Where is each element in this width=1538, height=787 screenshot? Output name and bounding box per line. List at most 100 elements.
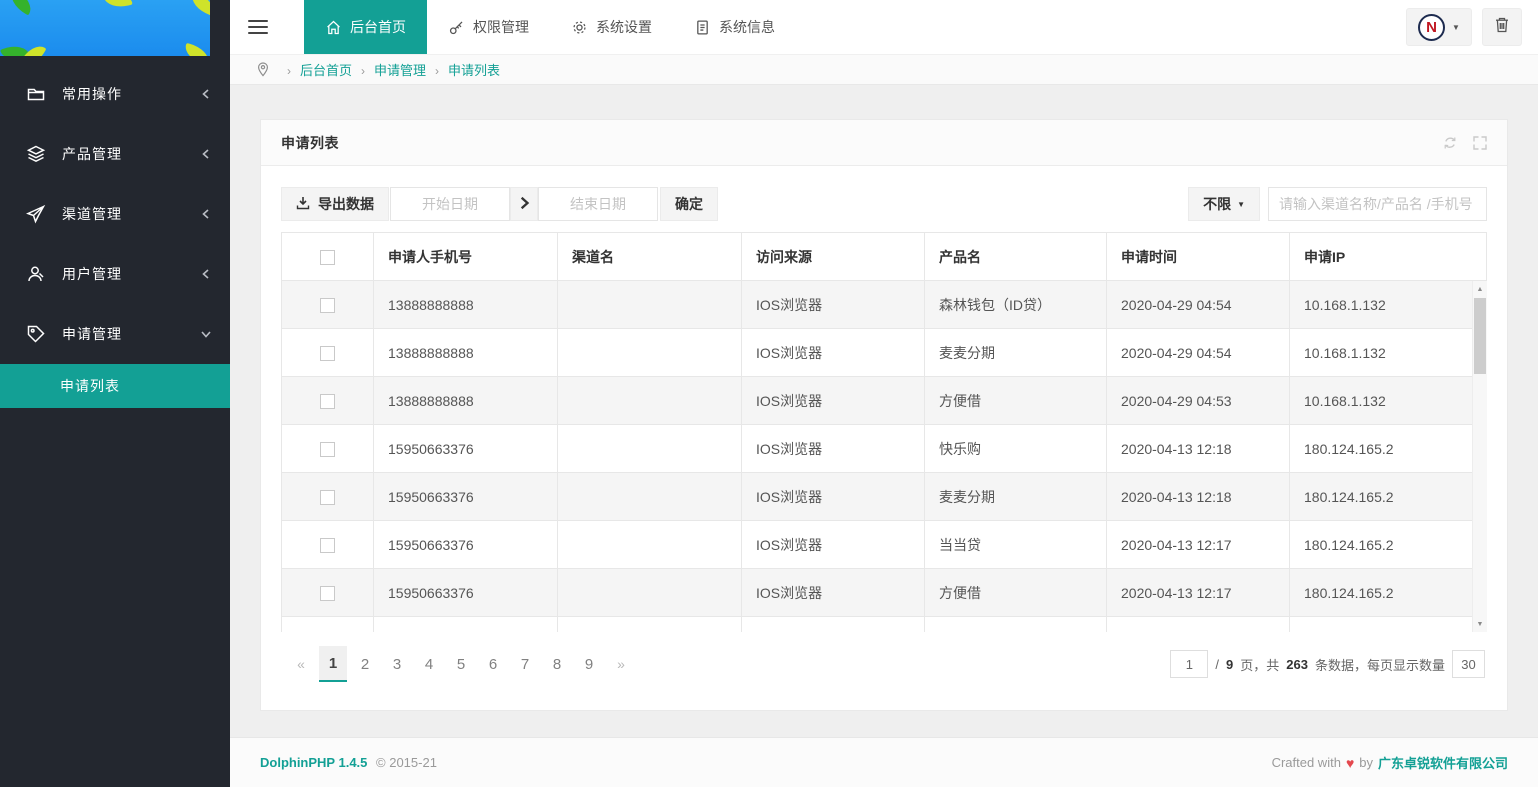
table-cell: 2020-04-29 04:54: [1107, 281, 1290, 329]
crafted-by-text: by: [1359, 755, 1373, 770]
end-date-input[interactable]: [538, 187, 658, 221]
sidebar-item-user-mgmt[interactable]: 用户管理: [0, 244, 230, 304]
prev-page-button[interactable]: «: [287, 646, 315, 682]
table-cell: [374, 617, 558, 633]
export-data-label: 导出数据: [318, 194, 374, 214]
page-size-input[interactable]: [1452, 650, 1485, 678]
column-header: 渠道名: [558, 233, 742, 281]
breadcrumb-link[interactable]: 后台首页: [300, 63, 352, 78]
chevron-right-icon: [517, 196, 531, 213]
page-button-8[interactable]: 8: [543, 646, 571, 682]
page-button-3[interactable]: 3: [383, 646, 411, 682]
table-cell: IOS浏览器: [742, 281, 925, 329]
hamburger-menu-icon[interactable]: [246, 16, 270, 38]
scroll-down-icon[interactable]: ▼: [1473, 616, 1487, 632]
page-button-5[interactable]: 5: [447, 646, 475, 682]
confirm-button[interactable]: 确定: [660, 187, 718, 221]
tag-icon: [26, 324, 46, 344]
user-avatar: N: [1418, 14, 1445, 41]
row-checkbox[interactable]: [320, 298, 335, 313]
table-cell: 麦麦分期: [925, 473, 1107, 521]
table-cell: 180.124.165.2: [1290, 473, 1487, 521]
pagination-row: «123456789» / 9 页，共 263 条数据，每页显示数量: [281, 646, 1487, 682]
refresh-icon[interactable]: [1443, 136, 1457, 150]
tab-system-info[interactable]: 系统信息: [673, 0, 796, 54]
page-button-4[interactable]: 4: [415, 646, 443, 682]
table-cell: 2020-04-13 12:18: [1107, 425, 1290, 473]
page-button-6[interactable]: 6: [479, 646, 507, 682]
pagination-info: / 9 页，共 263 条数据，每页显示数量: [1170, 650, 1485, 678]
panel-title: 申请列表: [281, 133, 339, 153]
table-cell: [925, 617, 1107, 633]
user-menu-button[interactable]: N ▼: [1406, 8, 1472, 46]
table-row: [282, 617, 1487, 633]
chevron-left-icon: [200, 148, 212, 160]
tab-settings[interactable]: 系统设置: [550, 0, 673, 54]
table-cell: IOS浏览器: [742, 425, 925, 473]
leaf-decoration-icon: [188, 0, 210, 16]
select-all-checkbox[interactable]: [320, 250, 335, 265]
table-cell: [558, 329, 742, 377]
table-cell: [742, 617, 925, 633]
scroll-up-icon[interactable]: ▲: [1473, 281, 1487, 297]
search-input[interactable]: [1268, 187, 1487, 221]
footer-brand-area: DolphinPHP 1.4.5 © 2015-21: [260, 755, 437, 770]
clear-cache-button[interactable]: [1482, 8, 1522, 46]
filter-dropdown-button[interactable]: 不限 ▼: [1188, 187, 1260, 221]
sidebar-item-apply-mgmt[interactable]: 申请管理: [0, 304, 230, 364]
company-link[interactable]: 广东卓锐软件有限公司: [1378, 753, 1508, 772]
tab-permissions[interactable]: 权限管理: [427, 0, 550, 54]
breadcrumb-link[interactable]: 申请列表: [448, 63, 500, 78]
table-cell: [558, 281, 742, 329]
breadcrumb-link[interactable]: 申请管理: [374, 63, 426, 78]
table-cell: [558, 425, 742, 473]
row-checkbox[interactable]: [320, 346, 335, 361]
page-button-9[interactable]: 9: [575, 646, 603, 682]
confirm-label: 确定: [675, 194, 703, 214]
page-button-2[interactable]: 2: [351, 646, 379, 682]
current-page-input[interactable]: [1170, 650, 1208, 678]
table-row: 13888888888IOS浏览器麦麦分期2020-04-29 04:5410.…: [282, 329, 1487, 377]
export-data-button[interactable]: 导出数据: [281, 187, 389, 221]
row-checkbox[interactable]: [320, 538, 335, 553]
pagination: «123456789»: [287, 646, 635, 682]
leaf-decoration-icon: [182, 43, 210, 56]
row-checkbox[interactable]: [320, 490, 335, 505]
start-date-input[interactable]: [390, 187, 510, 221]
footer-credit-area: Crafted with ♥ by 广东卓锐软件有限公司: [1272, 753, 1508, 772]
sidebar-item-label: 渠道管理: [62, 204, 200, 224]
table-cell: 快乐购: [925, 425, 1107, 473]
tab-home[interactable]: 后台首页: [304, 0, 427, 54]
row-checkbox[interactable]: [320, 394, 335, 409]
fullscreen-icon[interactable]: [1473, 136, 1487, 150]
chevron-down-icon: [200, 328, 212, 340]
sidebar-item-channel-mgmt[interactable]: 渠道管理: [0, 184, 230, 244]
sidebar-menu: 常用操作产品管理渠道管理用户管理申请管理申请列表: [0, 64, 230, 408]
sidebar-subitem-apply-list[interactable]: 申请列表: [0, 364, 230, 408]
page-button-7[interactable]: 7: [511, 646, 539, 682]
filter-label: 不限: [1203, 194, 1231, 214]
table-cell: 15950663376: [374, 473, 558, 521]
sidebar-item-product-mgmt[interactable]: 产品管理: [0, 124, 230, 184]
column-header: 产品名: [925, 233, 1107, 281]
row-checkbox[interactable]: [320, 442, 335, 457]
next-page-button[interactable]: »: [607, 646, 635, 682]
date-range-arrow-button[interactable]: [510, 187, 538, 221]
column-header: 申请人手机号: [374, 233, 558, 281]
trash-icon: [1494, 16, 1510, 38]
table-cell: 2020-04-13 12:17: [1107, 569, 1290, 617]
row-checkbox[interactable]: [320, 586, 335, 601]
sidebar-item-common-ops[interactable]: 常用操作: [0, 64, 230, 124]
app-logo[interactable]: [0, 0, 210, 56]
file-icon: [694, 19, 711, 36]
heart-icon: ♥: [1346, 755, 1354, 771]
table-cell: 2020-04-29 04:54: [1107, 329, 1290, 377]
table-cell: 2020-04-13 12:18: [1107, 473, 1290, 521]
table-cell: [558, 521, 742, 569]
brand-link[interactable]: DolphinPHP 1.4.5: [260, 755, 367, 770]
scrollbar-thumb[interactable]: [1474, 298, 1486, 374]
table-cell: IOS浏览器: [742, 329, 925, 377]
table-scrollbar[interactable]: ▲ ▼: [1472, 281, 1487, 632]
page-button-1[interactable]: 1: [319, 646, 347, 682]
table-viewport: 申请人手机号渠道名访问来源产品名申请时间申请IP 13888888888IOS浏…: [281, 232, 1487, 632]
